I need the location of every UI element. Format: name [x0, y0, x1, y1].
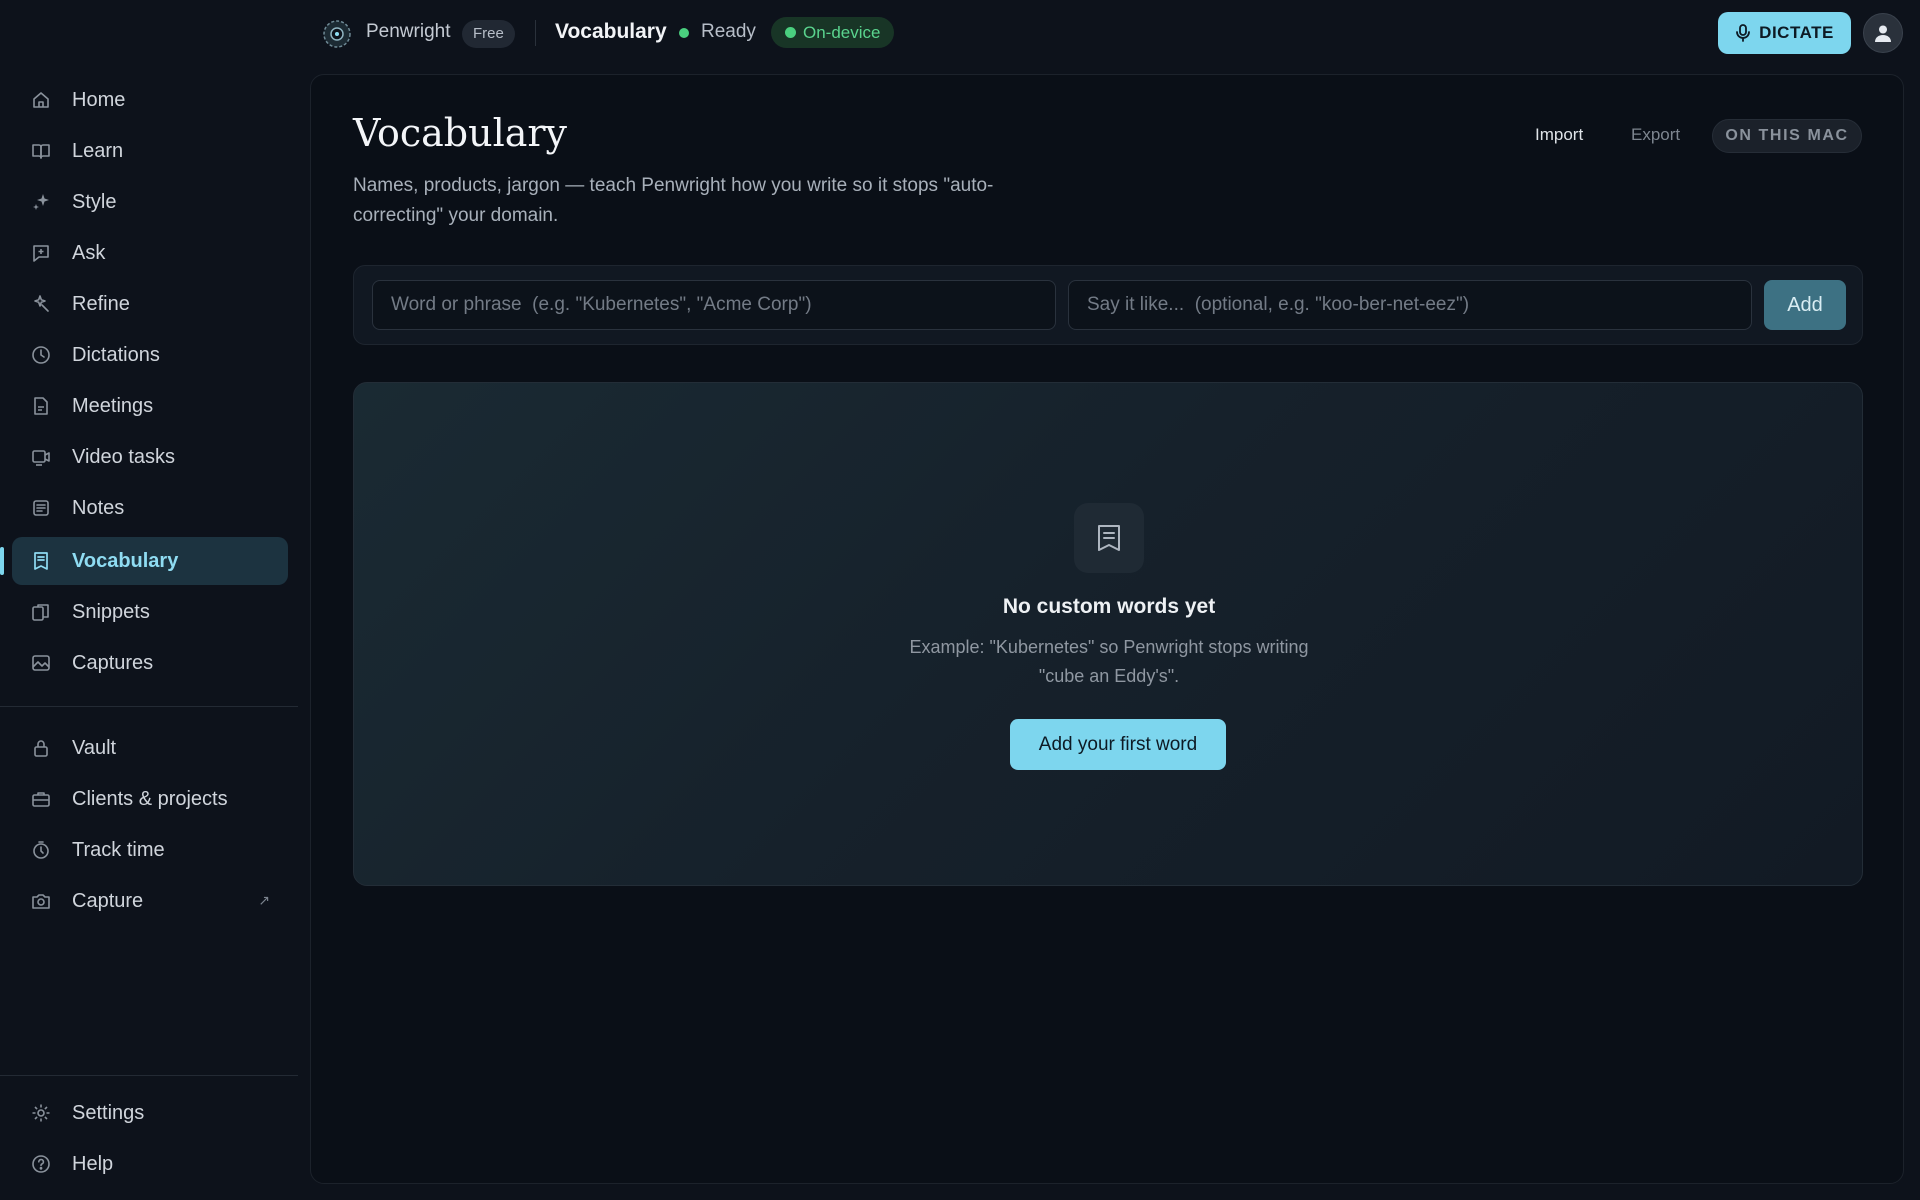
sidebar-item-label: Video tasks: [72, 445, 176, 468]
sidebar-item-vocabulary[interactable]: Vocabulary: [12, 537, 288, 585]
topbar-page-title: Vocabulary: [555, 20, 667, 43]
sidebar-item-notes[interactable]: Notes: [12, 484, 288, 532]
microphone-icon: [1736, 24, 1751, 42]
sidebar-item-label: Meetings: [72, 394, 154, 417]
external-link-icon: ↗: [258, 892, 270, 908]
user-avatar-button[interactable]: [1863, 13, 1903, 53]
pronunciation-input[interactable]: [1068, 280, 1752, 330]
sidebar-item-label: Refine: [72, 292, 130, 315]
sidebar-item-label: Help: [72, 1152, 114, 1175]
document-icon: [34, 397, 48, 415]
snippets-icon: [32, 604, 49, 621]
empty-state-title: No custom words yet: [1002, 595, 1216, 618]
on-device-badge: On-device: [771, 17, 895, 48]
sidebar-item-label: Style: [72, 190, 117, 213]
clock-icon: [32, 346, 50, 364]
sidebar-item-label: Ask: [72, 241, 106, 264]
status-dot: [679, 28, 689, 38]
sidebar-item-snippets[interactable]: Snippets: [12, 588, 288, 636]
on-device-dot: [785, 27, 796, 38]
page-description: Names, products, jargon — teach Penwrigh…: [353, 175, 994, 226]
brand-name: Penwright: [366, 21, 451, 42]
plan-badge: Free: [462, 20, 515, 48]
sidebar-item-label: Snippets: [72, 600, 150, 623]
sidebar-item-label: Learn: [72, 139, 124, 162]
sidebar-item-meetings[interactable]: Meetings: [12, 382, 288, 430]
sidebar-item-label: Clients & projects: [72, 787, 228, 810]
dictate-button[interactable]: DICTATE: [1718, 12, 1851, 54]
add-first-word-button[interactable]: Add your first word: [1010, 719, 1226, 770]
user-icon: [1875, 25, 1891, 42]
sidebar-item-video-tasks[interactable]: Video tasks: [12, 433, 288, 481]
sidebar-item-style[interactable]: Style: [12, 178, 288, 226]
export-button[interactable]: Export: [1631, 125, 1680, 145]
page-title: Vocabulary: [353, 111, 568, 155]
empty-state-description: Example: "Kubernetes" so Penwright stops…: [909, 637, 1309, 686]
sidebar-item-learn[interactable]: Learn: [12, 127, 288, 175]
sidebar-item-vault[interactable]: Vault: [12, 724, 288, 772]
top-bar: Penwright Free Vocabulary Ready On-devic…: [0, 0, 1920, 66]
sidebar-item-capture[interactable]: Capture ↗: [12, 877, 288, 925]
word-input[interactable]: [372, 280, 1056, 330]
stopwatch-icon: [33, 841, 49, 859]
notes-icon: [33, 500, 49, 516]
sidebar-item-help[interactable]: Help: [12, 1140, 288, 1188]
sidebar-item-label: Notes: [72, 496, 125, 519]
sidebar-item-label: Captures: [72, 651, 154, 674]
gear-icon: [32, 1104, 50, 1122]
status-text: Ready: [701, 21, 756, 42]
sidebar-footer-divider: [0, 1075, 298, 1076]
topbar-divider: [535, 20, 536, 46]
empty-state: No custom words yet Example: "Kubernetes…: [353, 382, 1863, 886]
image-icon: [32, 655, 50, 671]
sidebar-item-clients-projects[interactable]: Clients & projects: [12, 775, 288, 823]
sparkle-icon: [33, 194, 49, 210]
sidebar-item-settings[interactable]: Settings: [12, 1089, 288, 1137]
sidebar-item-label: Settings: [72, 1101, 145, 1124]
dictate-label: DICTATE: [1759, 23, 1834, 42]
on-device-label: On-device: [803, 23, 881, 42]
sidebar-item-dictations[interactable]: Dictations: [12, 331, 288, 379]
sidebar-item-label: Capture: [72, 889, 144, 912]
sidebar-item-label: Dictations: [72, 343, 160, 366]
video-icon: [32, 450, 50, 466]
camera-icon: [32, 894, 50, 909]
sidebar-item-track-time[interactable]: Track time: [12, 826, 288, 874]
sidebar-item-captures[interactable]: Captures: [12, 639, 288, 687]
import-button[interactable]: Import: [1535, 125, 1583, 145]
chat-icon: [33, 245, 49, 262]
sidebar-item-label: Home: [72, 88, 126, 111]
lock-icon: [34, 740, 48, 757]
sidebar-item-refine[interactable]: Refine: [12, 280, 288, 328]
add-word-button[interactable]: Add: [1764, 280, 1846, 330]
sidebar-item-label: Track time: [72, 838, 165, 861]
add-word-form: Add: [353, 265, 1863, 345]
book-icon: [32, 144, 50, 159]
magic-icon: [34, 295, 49, 312]
active-nav-marker: [0, 547, 4, 575]
sidebar-item-label: Vault: [72, 736, 117, 759]
sidebar-item-label: Vocabulary: [72, 549, 179, 572]
main-panel: Vocabulary Names, products, jargon — tea…: [310, 74, 1904, 1184]
help-icon: [32, 1155, 50, 1173]
storage-location-badge: ON THIS MAC: [1712, 119, 1862, 153]
sidebar-item-home[interactable]: Home: [12, 76, 288, 124]
sidebar: Home Learn Style Ask Refine Dictations M…: [0, 66, 298, 1200]
home-icon: [33, 92, 49, 108]
sidebar-divider: [0, 706, 298, 707]
empty-state-icon-container: [1074, 503, 1144, 573]
vocabulary-icon: [1098, 525, 1120, 551]
sidebar-item-ask[interactable]: Ask: [12, 229, 288, 277]
briefcase-icon: [32, 792, 50, 807]
penwright-logo-icon: [323, 20, 351, 48]
vocabulary-icon: [34, 552, 48, 570]
